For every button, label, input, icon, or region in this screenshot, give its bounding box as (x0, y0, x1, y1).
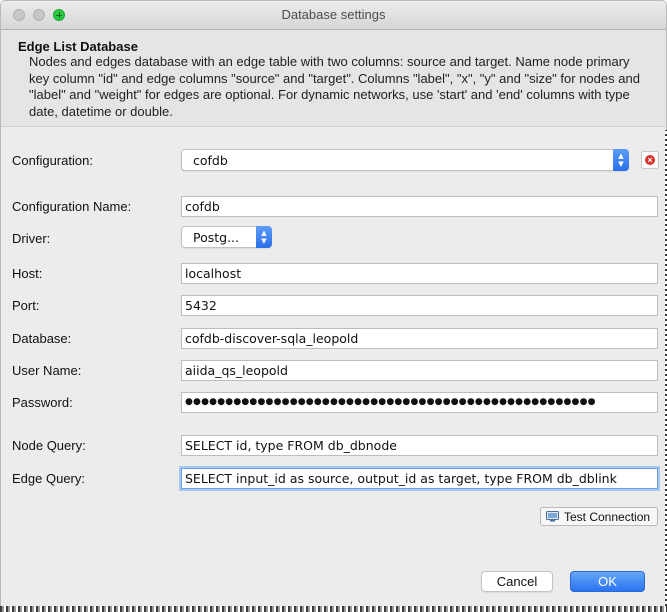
header-description: Nodes and edges database with an edge ta… (29, 54, 640, 119)
test-connection-button[interactable]: Test Connection (540, 507, 658, 526)
configuration-select[interactable]: cofdb ▲ ▼ (181, 149, 629, 171)
title-bar: Database settings (1, 1, 666, 30)
monitor-icon (546, 511, 559, 522)
cancel-button[interactable]: Cancel (481, 571, 553, 592)
host-label: Host: (12, 266, 43, 281)
header-title: Edge List Database (18, 39, 138, 54)
user-name-input[interactable]: aiida_qs_leopold (181, 360, 658, 381)
configuration-select-value: cofdb (193, 153, 228, 168)
delete-icon: × (645, 155, 655, 165)
delete-configuration-button[interactable]: × (641, 151, 659, 169)
configuration-name-input[interactable]: cofdb (181, 196, 658, 217)
window-title: Database settings (281, 7, 386, 22)
port-input[interactable]: 5432 (181, 295, 658, 316)
chevron-updown-icon: ▲ ▼ (613, 149, 629, 171)
edge-query-label: Edge Query: (12, 471, 85, 486)
password-label: Password: (12, 395, 73, 410)
password-input[interactable]: ●●●●●●●●●●●●●●●●●●●●●●●●●●●●●●●●●●●●●●●●… (181, 392, 658, 413)
chevron-updown-icon: ▲ ▼ (256, 226, 272, 248)
database-label: Database: (12, 331, 72, 346)
edge-query-input[interactable]: SELECT input_id as source, output_id as … (181, 468, 658, 489)
driver-select-value: Postg... (193, 230, 240, 245)
test-connection-label: Test Connection (564, 510, 651, 524)
description-header: Edge List Database Nodes and edges datab… (1, 30, 666, 127)
user-name-label: User Name: (12, 363, 82, 378)
driver-label: Driver: (12, 231, 51, 246)
node-query-input[interactable]: SELECT id, type FROM db_dbnode (181, 435, 658, 456)
host-input[interactable]: localhost (181, 263, 658, 284)
node-query-label: Node Query: (12, 438, 86, 453)
driver-select[interactable]: Postg... ▲ ▼ (181, 226, 272, 248)
port-label: Port: (12, 298, 40, 313)
ok-button[interactable]: OK (570, 571, 645, 592)
background-edge-bottom (0, 606, 667, 612)
configuration-name-label: Configuration Name: (12, 199, 132, 214)
configuration-label: Configuration: (12, 153, 93, 168)
database-settings-window: Database settings Edge List Database Nod… (0, 0, 667, 608)
database-input[interactable]: cofdb-discover-sqla_leopold (181, 328, 658, 349)
